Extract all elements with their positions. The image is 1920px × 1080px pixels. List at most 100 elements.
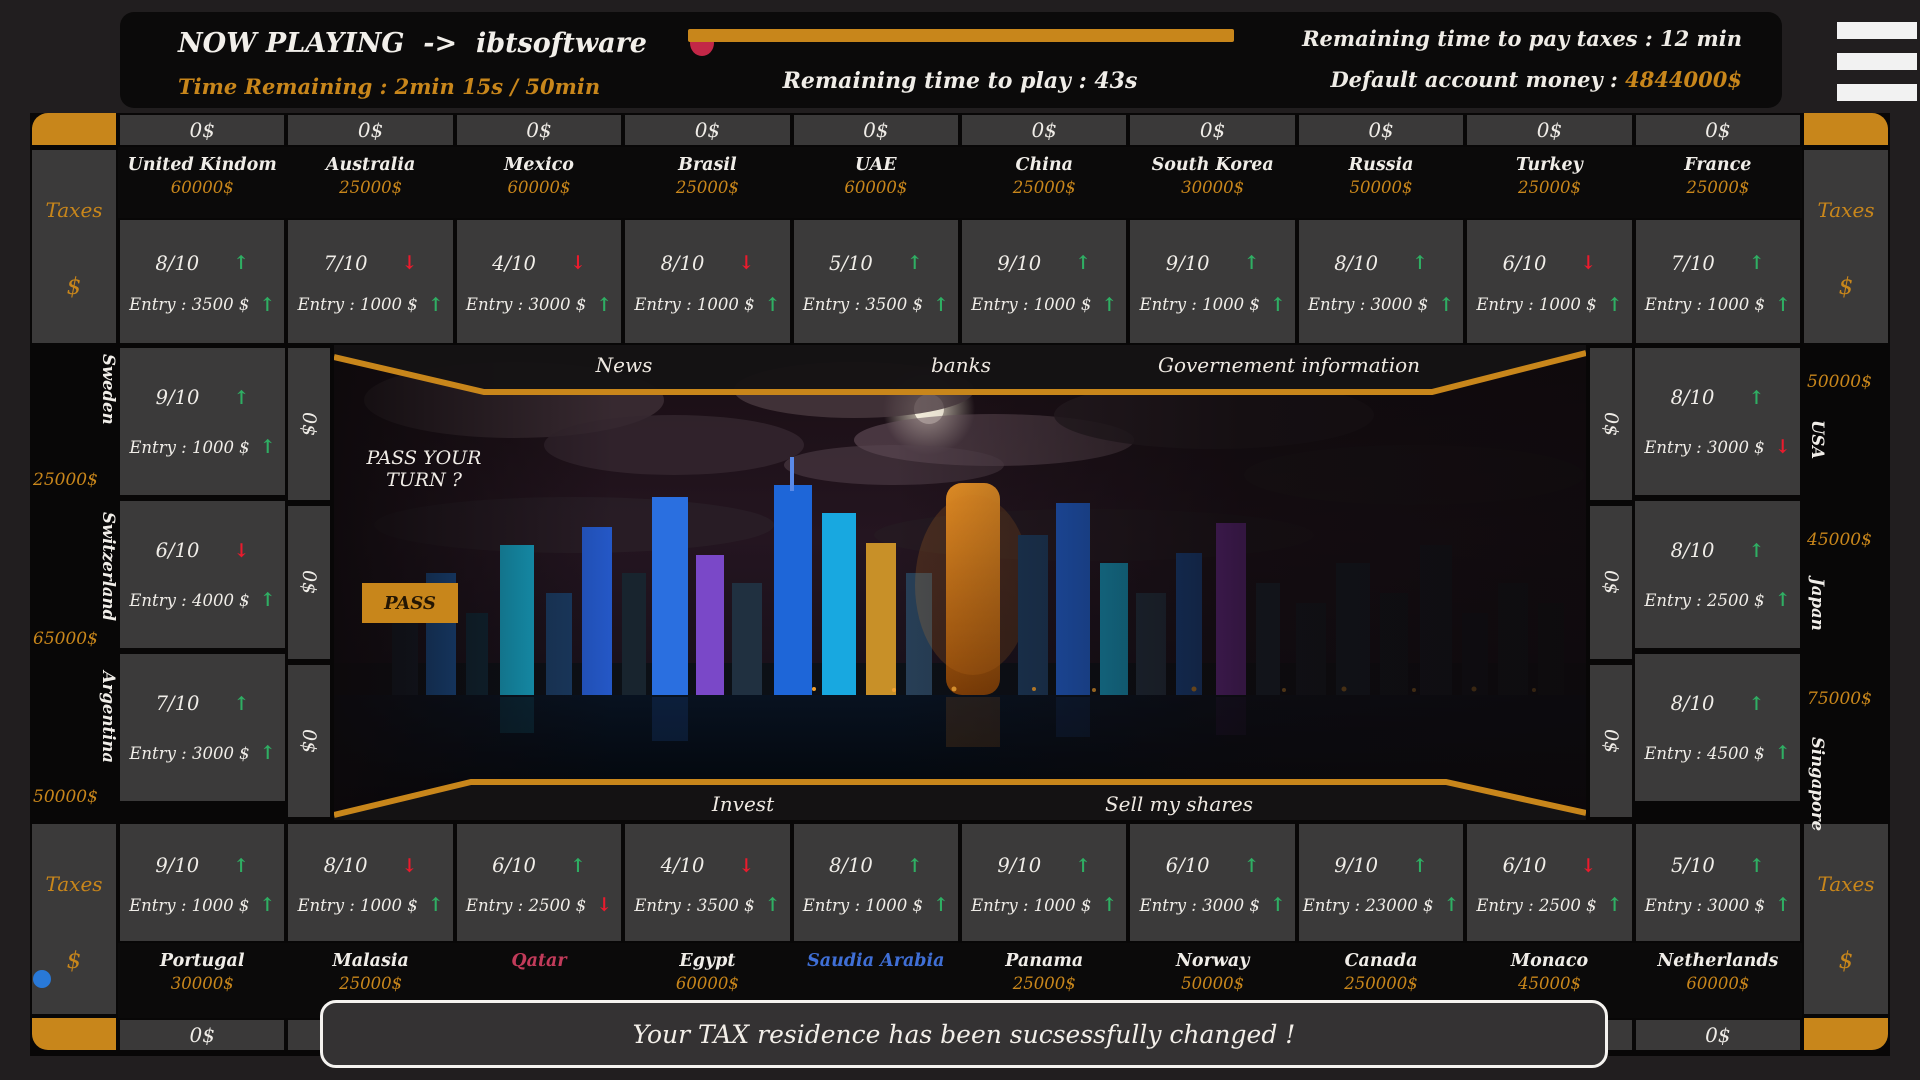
- country-card[interactable]: 8/10 ↑ Entry : 3000 $ ↑: [1299, 220, 1463, 343]
- rating-value: 8/10: [1671, 386, 1715, 409]
- news-menu[interactable]: News: [596, 353, 653, 377]
- country-card[interactable]: 9/10 ↑ Entry : 23000 $ ↑: [1299, 824, 1463, 941]
- entry-row: Entry : 1000 $ ↑: [120, 436, 285, 458]
- country-price: 60000$: [1634, 974, 1802, 993]
- country-card[interactable]: 9/10 ↑ Entry : 1000 $ ↑: [962, 220, 1126, 343]
- country-card[interactable]: 4/10 ↓ Entry : 3500 $ ↑: [625, 824, 789, 941]
- current-player-name: ibtsoftware: [476, 28, 647, 59]
- top-cards-row: 8/10 ↑ Entry : 3500 $ ↑ 7/10 ↓ Entry : 1…: [118, 218, 1802, 345]
- trend-up-icon: ↑: [1749, 855, 1765, 877]
- entry-row: Entry : 1000 $ ↑: [625, 294, 789, 316]
- trend-up-icon: ↑: [1748, 693, 1764, 715]
- entry-value: Entry : 2500 $: [1644, 591, 1764, 610]
- trend-down-icon: ↓: [1580, 252, 1596, 274]
- entry-value: Entry : 3500 $: [634, 896, 754, 915]
- entry-value: Entry : 3000 $: [129, 744, 249, 763]
- trend-up-icon: ↑: [1244, 252, 1260, 274]
- player-token-blue: [33, 970, 51, 988]
- country-card[interactable]: 8/10 ↓ Entry : 1000 $ ↑: [625, 220, 789, 343]
- government-information-menu[interactable]: Governement information: [1158, 353, 1420, 377]
- country-card[interactable]: 8/10 ↑ Entry : 2500 $ ↑: [1635, 501, 1800, 648]
- entry-value: Entry : 3000 $: [1140, 896, 1260, 915]
- entry-value: Entry : 1000 $: [971, 295, 1091, 314]
- trend-up-icon: ↑: [260, 589, 276, 611]
- country-card[interactable]: 6/10 ↓ Entry : 2500 $ ↑: [1467, 824, 1631, 941]
- rating-value: 8/10: [1671, 539, 1715, 562]
- country-card[interactable]: 8/10 ↑ Entry : 3500 $ ↑: [120, 220, 284, 343]
- corner-taxes-bottom-left[interactable]: Taxes $: [30, 822, 118, 1052]
- entry-row: Entry : 1000 $ ↑: [794, 894, 958, 916]
- country-card[interactable]: 8/10 ↑ Entry : 3000 $ ↓: [1635, 348, 1800, 495]
- entry-value: Entry : 4500 $: [1644, 744, 1764, 763]
- country-card[interactable]: 8/10 ↓ Entry : 1000 $ ↑: [288, 824, 452, 941]
- city-skyline-image: [334, 345, 1586, 820]
- country-card[interactable]: 6/10 ↑ Entry : 2500 $ ↓: [457, 824, 621, 941]
- rating-row: 8/10 ↑: [1635, 386, 1800, 409]
- space-money-value: 0$: [1705, 118, 1730, 142]
- pass-button[interactable]: PASS: [362, 583, 458, 623]
- country-name: Malasia: [286, 951, 454, 971]
- rating-value: 7/10: [156, 692, 200, 715]
- country-name: Australia: [286, 155, 454, 175]
- country-name: USA: [1808, 420, 1827, 459]
- side-money-cell: 0$: [1590, 506, 1632, 658]
- left-money-rail: 0$ 0$ 0$: [288, 345, 330, 820]
- country-card[interactable]: 5/10 ↑ Entry : 3500 $ ↑: [794, 220, 958, 343]
- board-space-money: 0$: [455, 113, 623, 147]
- turn-progress-bar: [688, 29, 1234, 42]
- entry-row: Entry : 1000 $ ↑: [288, 294, 452, 316]
- right-cards-rail: 8/10 ↑ Entry : 3000 $ ↓ 8/10 ↑ Entry : 2…: [1635, 345, 1800, 820]
- rating-value: 9/10: [155, 854, 199, 877]
- country-card[interactable]: 6/10 ↓ Entry : 1000 $ ↑: [1467, 220, 1631, 343]
- country-card[interactable]: 6/10 ↑ Entry : 3000 $ ↑: [1130, 824, 1294, 941]
- board-space-title: France 25000$: [1634, 147, 1802, 218]
- country-card[interactable]: 7/10 ↓ Entry : 1000 $ ↑: [288, 220, 452, 343]
- rating-value: 4/10: [661, 854, 705, 877]
- taxes-label: Taxes: [1817, 198, 1874, 222]
- rating-row: 6/10 ↓: [1467, 854, 1631, 877]
- rating-value: 8/10: [155, 252, 199, 275]
- banks-menu[interactable]: banks: [931, 353, 991, 377]
- country-card[interactable]: 9/10 ↑ Entry : 1000 $ ↑: [962, 824, 1126, 941]
- country-card[interactable]: 8/10 ↑ Entry : 1000 $ ↑: [794, 824, 958, 941]
- entry-value: Entry : 23000 $: [1303, 896, 1434, 915]
- board-space-money: 0$: [1128, 113, 1296, 147]
- rating-row: 6/10 ↓: [120, 539, 285, 562]
- side-country-label: USA 50000$: [1802, 348, 1890, 500]
- country-card[interactable]: 5/10 ↑ Entry : 3000 $ ↑: [1636, 824, 1800, 941]
- rating-value: 5/10: [1671, 854, 1715, 877]
- account-money-label: Default account money :: [1330, 67, 1617, 92]
- country-card[interactable]: 9/10 ↑ Entry : 1000 $ ↑: [1130, 220, 1294, 343]
- country-card[interactable]: 6/10 ↓ Entry : 4000 $ ↑: [120, 501, 285, 648]
- country-price: 65000$: [33, 629, 98, 649]
- entry-row: Entry : 2500 $ ↓: [457, 894, 621, 916]
- side-money-cell: 0$: [288, 348, 330, 500]
- country-card[interactable]: 9/10 ↑ Entry : 1000 $ ↑: [120, 348, 285, 495]
- board-space-title: UAE 60000$: [792, 147, 960, 218]
- corner-taxes-bottom-right[interactable]: Taxes $: [1802, 822, 1890, 1052]
- rating-value: 9/10: [1166, 252, 1210, 275]
- entry-row: Entry : 3000 $ ↑: [1130, 894, 1294, 916]
- country-card[interactable]: 7/10 ↑ Entry : 1000 $ ↑: [1636, 220, 1800, 343]
- sell-my-shares-menu[interactable]: Sell my shares: [1105, 792, 1253, 816]
- trend-up-icon: ↑: [1748, 540, 1764, 562]
- rating-row: 9/10 ↑: [962, 252, 1126, 275]
- corner-taxes-top-right[interactable]: Taxes $: [1802, 113, 1890, 345]
- invest-menu[interactable]: Invest: [712, 792, 774, 816]
- country-name: Saudia Arabia: [792, 951, 960, 971]
- board-space-money: 0$: [623, 113, 791, 147]
- space-money-value: 0$: [1600, 412, 1622, 436]
- corner-taxes-top-left[interactable]: Taxes $: [30, 113, 118, 345]
- board-space-title: Mexico 60000$: [455, 147, 623, 218]
- space-money-value: 0$: [1537, 118, 1562, 142]
- country-card[interactable]: 7/10 ↑ Entry : 3000 $ ↑: [120, 654, 285, 801]
- board-space-money: 0$: [1634, 1018, 1802, 1052]
- board-space-money: 0$: [118, 113, 286, 147]
- country-card[interactable]: 8/10 ↑ Entry : 4500 $ ↑: [1635, 654, 1800, 801]
- trend-down-icon: ↓: [596, 894, 612, 916]
- board-space-money: 0$: [1465, 113, 1633, 147]
- entry-row: Entry : 1000 $ ↑: [1636, 294, 1800, 316]
- hamburger-menu-icon[interactable]: [1837, 22, 1917, 115]
- country-card[interactable]: 9/10 ↑ Entry : 1000 $ ↑: [120, 824, 284, 941]
- country-card[interactable]: 4/10 ↓ Entry : 3000 $ ↑: [457, 220, 621, 343]
